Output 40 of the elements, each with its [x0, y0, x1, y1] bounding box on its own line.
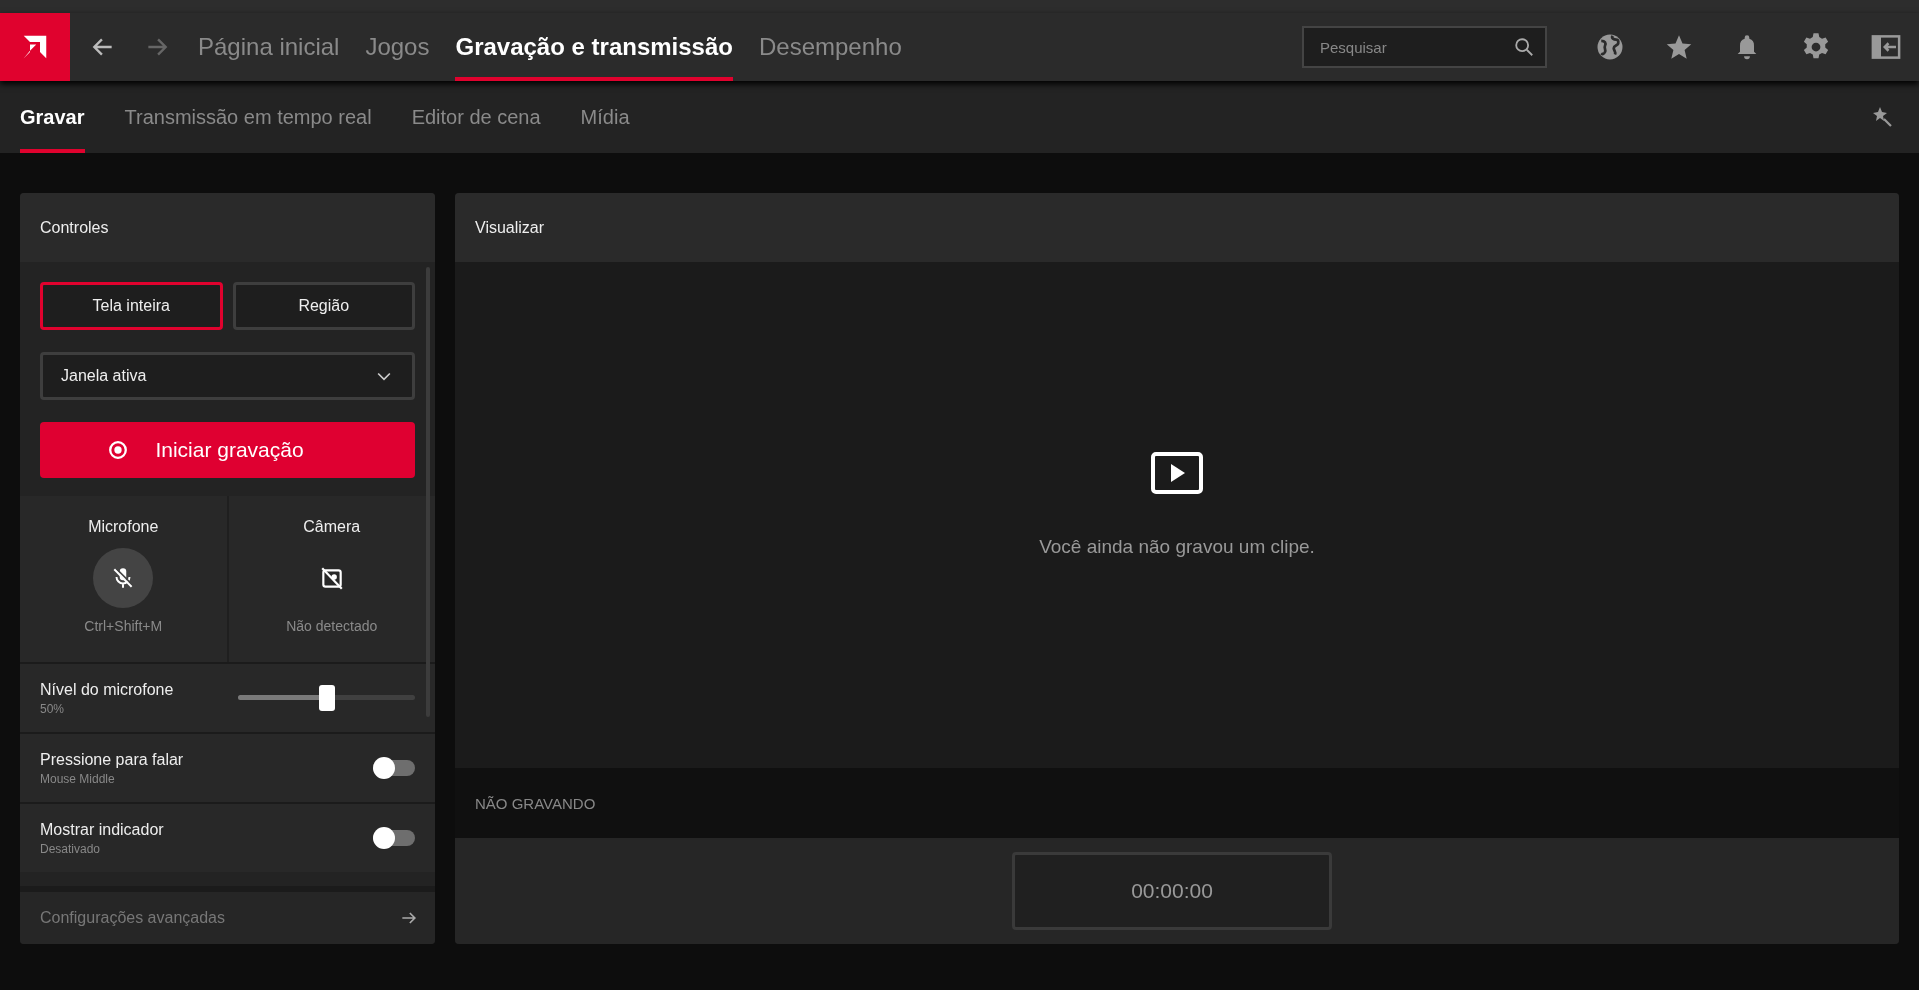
search-field[interactable]: Pesquisar: [1302, 26, 1547, 68]
sub-tab[interactable]: Editor de cena: [411, 81, 541, 153]
sidebar-icon[interactable]: [1871, 32, 1901, 62]
star-icon[interactable]: [1665, 33, 1693, 61]
advanced-settings-link[interactable]: Configurações avançadas: [20, 886, 435, 944]
setting-label: Mostrar indicador: [40, 820, 164, 839]
empty-message: Você ainda não gravou um clipe.: [1039, 536, 1315, 558]
camera-label: Câmera: [303, 518, 361, 536]
panel-title: Visualizar: [455, 193, 1899, 262]
level-slider[interactable]: [238, 685, 415, 711]
sub-tab[interactable]: Transmissão em tempo real: [124, 81, 372, 153]
sub-tab[interactable]: Mídia: [580, 81, 630, 153]
setting-label: Nível do microfone: [40, 680, 174, 699]
recording-status: NÃO GRAVANDO: [455, 768, 1899, 838]
timer-display: 00:00:00: [1012, 852, 1332, 930]
microphone-label: Microfone: [88, 518, 159, 536]
globe-icon[interactable]: [1595, 32, 1625, 62]
search-icon[interactable]: [1513, 36, 1535, 58]
toggle-switch[interactable]: [373, 830, 415, 846]
record-icon: [107, 439, 130, 461]
setting-sublabel: Desativado: [40, 841, 102, 856]
camera-status: Não detectado: [286, 618, 378, 634]
setting-label: Pressione para falar: [40, 750, 184, 769]
capture-dropdown[interactable]: Janela ativa: [40, 352, 415, 400]
toggle-switch[interactable]: [373, 760, 415, 776]
nav-tab[interactable]: Desempenho: [758, 13, 902, 81]
amd-logo[interactable]: [0, 13, 70, 81]
panel-title: Controles: [20, 193, 435, 262]
setting-sublabel: Mouse Middle: [40, 771, 116, 786]
level-reading: 50%: [40, 701, 66, 716]
nav-tab[interactable]: Jogos: [365, 13, 430, 81]
shortcut-text: Ctrl+Shift+M: [84, 618, 163, 634]
record-button[interactable]: Iniciar gravação: [40, 422, 415, 478]
dropdown-value: Janela ativa: [61, 367, 147, 385]
slider-thumb[interactable]: [318, 685, 335, 711]
video-play-icon: [1151, 452, 1203, 494]
nav-tab[interactable]: Página inicial: [198, 13, 340, 81]
sub-tab[interactable]: Gravar: [20, 81, 85, 153]
mode-button[interactable]: Região: [232, 282, 415, 330]
mode-button[interactable]: Tela inteira: [40, 282, 223, 330]
